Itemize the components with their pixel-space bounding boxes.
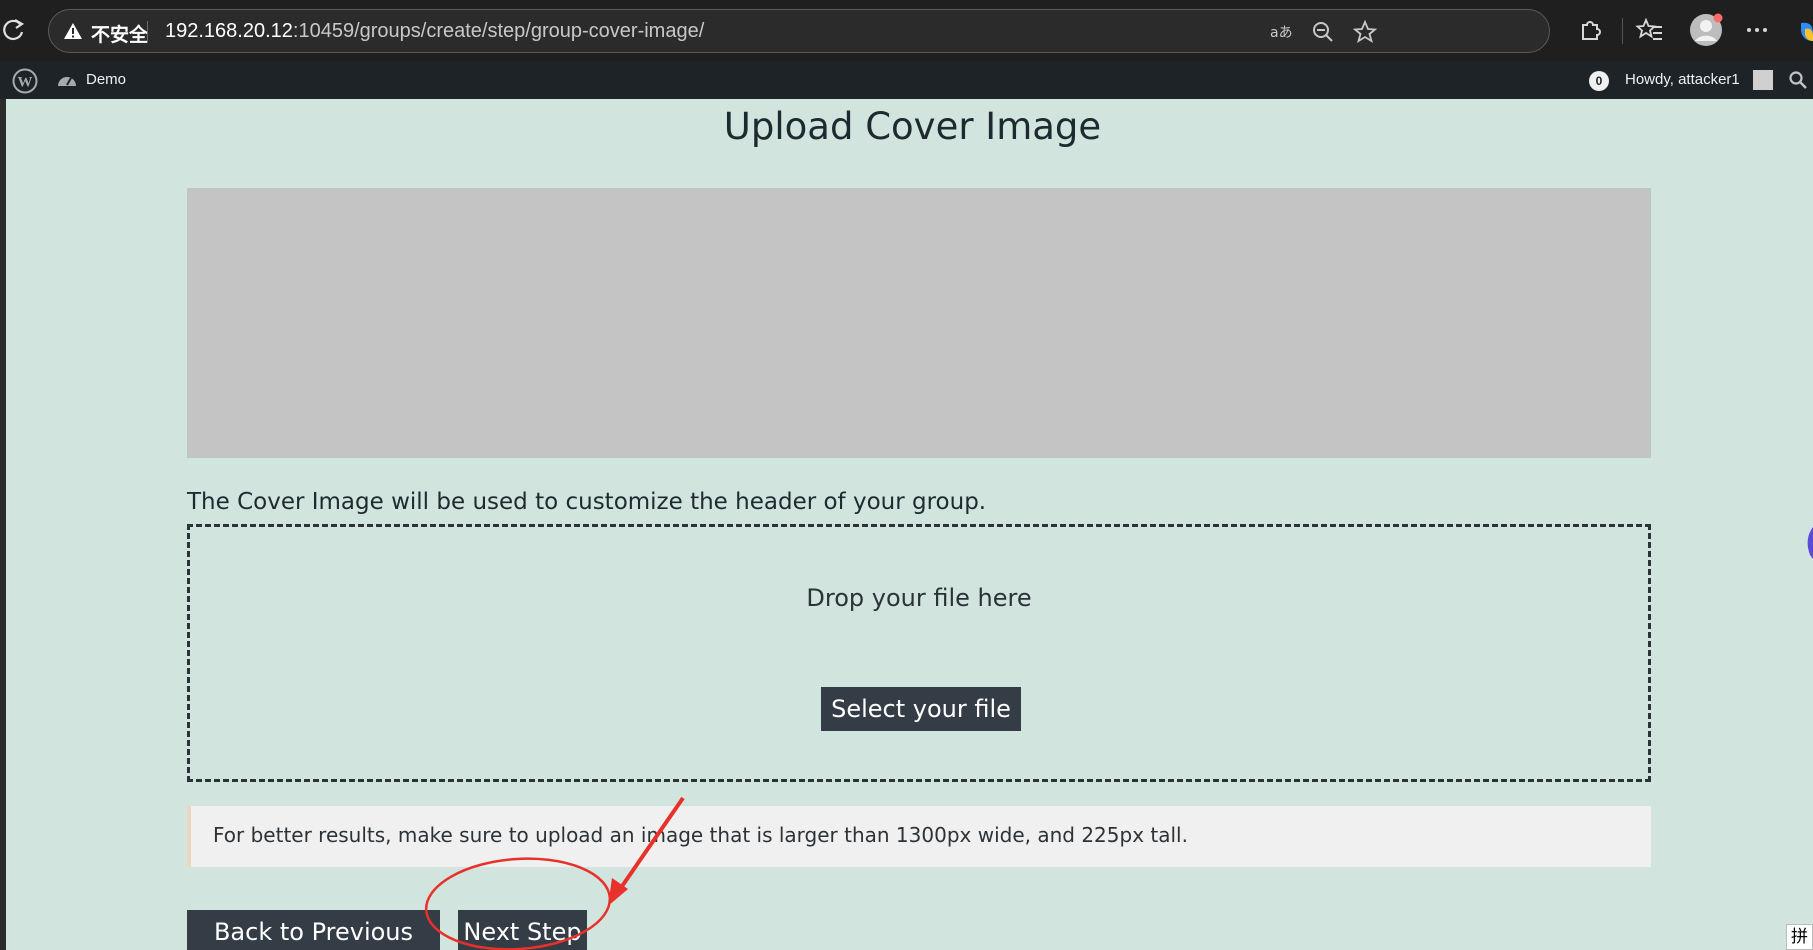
favorites-icon[interactable]	[1635, 15, 1665, 45]
svg-text:aあ: aあ	[1270, 25, 1293, 41]
favorite-star-icon[interactable]	[1353, 20, 1377, 44]
howdy-user-menu[interactable]: Howdy, attacker1	[1625, 71, 1740, 88]
zoom-out-icon[interactable]	[1311, 20, 1335, 44]
site-name-link[interactable]: Demo	[86, 71, 126, 88]
read-aloud-icon[interactable]: aあ	[1269, 20, 1293, 44]
size-notice-text: For better results, make sure to upload …	[213, 823, 1188, 847]
wp-admin-bar: W Demo 0 Howdy, attacker1	[0, 62, 1813, 99]
wordpress-logo-icon[interactable]: W	[12, 68, 38, 94]
file-dropzone[interactable]: Drop your file here Select your file	[187, 524, 1651, 782]
avatar[interactable]	[1753, 70, 1773, 90]
warning-icon	[64, 23, 82, 39]
insecure-label[interactable]: 不安全	[91, 20, 148, 47]
url-separator	[147, 21, 148, 43]
ime-indicator[interactable]: 拼	[1786, 924, 1813, 950]
notification-count-badge[interactable]: 0	[1589, 71, 1609, 91]
profile-icon[interactable]	[1688, 12, 1724, 48]
size-notice: For better results, make sure to upload …	[187, 806, 1651, 867]
dropzone-text: Drop your file here	[806, 584, 1032, 612]
search-icon[interactable]	[1788, 70, 1808, 90]
back-to-previous-step-button[interactable]: Back to Previous Step	[187, 910, 440, 950]
url-host: 192.168.20.12	[165, 20, 293, 42]
browser-toolbar: 不安全 192.168.20.12:10459/groups/create/st…	[0, 0, 1813, 62]
cover-image-preview	[187, 188, 1651, 458]
reload-icon[interactable]	[0, 14, 28, 46]
cover-image-description: The Cover Image will be used to customiz…	[187, 489, 987, 515]
url-path: :10459/groups/create/step/group-cover-im…	[292, 20, 705, 42]
extensions-icon[interactable]	[1575, 15, 1605, 45]
svg-text:W: W	[18, 75, 33, 91]
more-icon[interactable]	[1742, 15, 1772, 45]
page-title: Upload Cover Image	[723, 105, 1102, 148]
copilot-icon[interactable]	[1797, 15, 1813, 45]
toolbar-separator	[1622, 18, 1623, 44]
dashboard-icon[interactable]	[56, 70, 78, 90]
next-step-button[interactable]: Next Step	[458, 910, 587, 950]
url-text[interactable]: 192.168.20.12:10459/groups/create/step/g…	[165, 20, 704, 43]
page-content: Upload Cover Image The Cover Image will …	[0, 99, 1813, 950]
address-bar[interactable]: 不安全 192.168.20.12:10459/groups/create/st…	[48, 9, 1550, 53]
select-file-button[interactable]: Select your file	[821, 687, 1021, 731]
page-edge-decoration	[1807, 527, 1813, 559]
